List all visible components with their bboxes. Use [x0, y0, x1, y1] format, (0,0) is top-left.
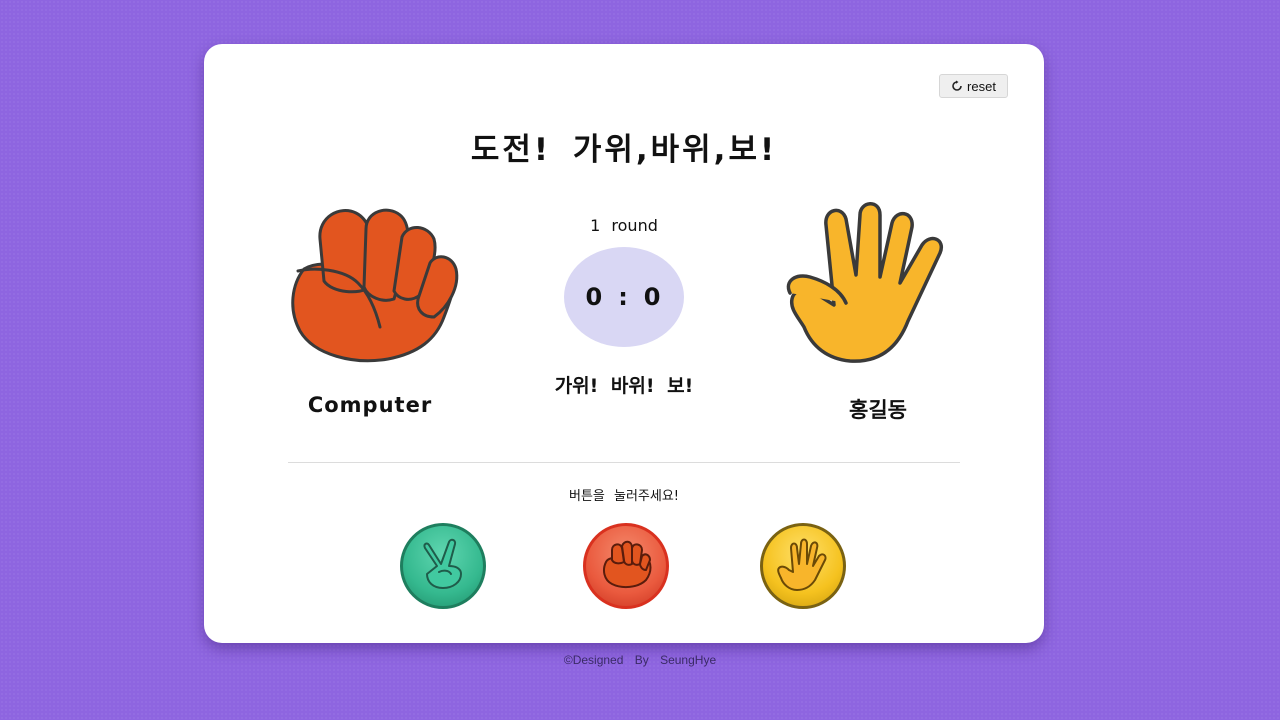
rock-button[interactable]	[583, 523, 669, 609]
round-indicator: 1 round	[590, 216, 658, 235]
user-paper-hand-icon	[784, 197, 964, 373]
paper-hand-icon	[775, 536, 831, 596]
game-card: 도전! 가위,바위,보! reset Computer 1 round 0: …	[204, 44, 1044, 643]
scissors-button[interactable]	[400, 523, 486, 609]
score-separator: :	[618, 283, 630, 311]
user-label: 홍길동	[849, 398, 907, 422]
scissors-hand-icon	[415, 536, 471, 596]
rock-hand-icon	[598, 536, 654, 596]
user-score: 0	[643, 283, 663, 311]
refresh-icon	[951, 80, 963, 92]
page-title: 도전! 가위,바위,보!	[470, 132, 778, 168]
paper-button[interactable]	[760, 523, 846, 609]
reset-label: reset	[967, 78, 996, 94]
reset-button[interactable]: reset	[939, 74, 1008, 98]
result-text: 가위! 바위! 보!	[554, 375, 694, 397]
computer-score: 0	[585, 283, 605, 311]
footer-credit: ©Designed By SeungHye	[563, 653, 717, 667]
computer-rock-hand-icon	[284, 199, 464, 373]
divider	[288, 462, 960, 463]
score-display: 0 : 0	[564, 247, 684, 347]
computer-label: Computer	[307, 393, 433, 417]
instruction-text: 버튼을 눌러주세요!	[568, 489, 680, 504]
